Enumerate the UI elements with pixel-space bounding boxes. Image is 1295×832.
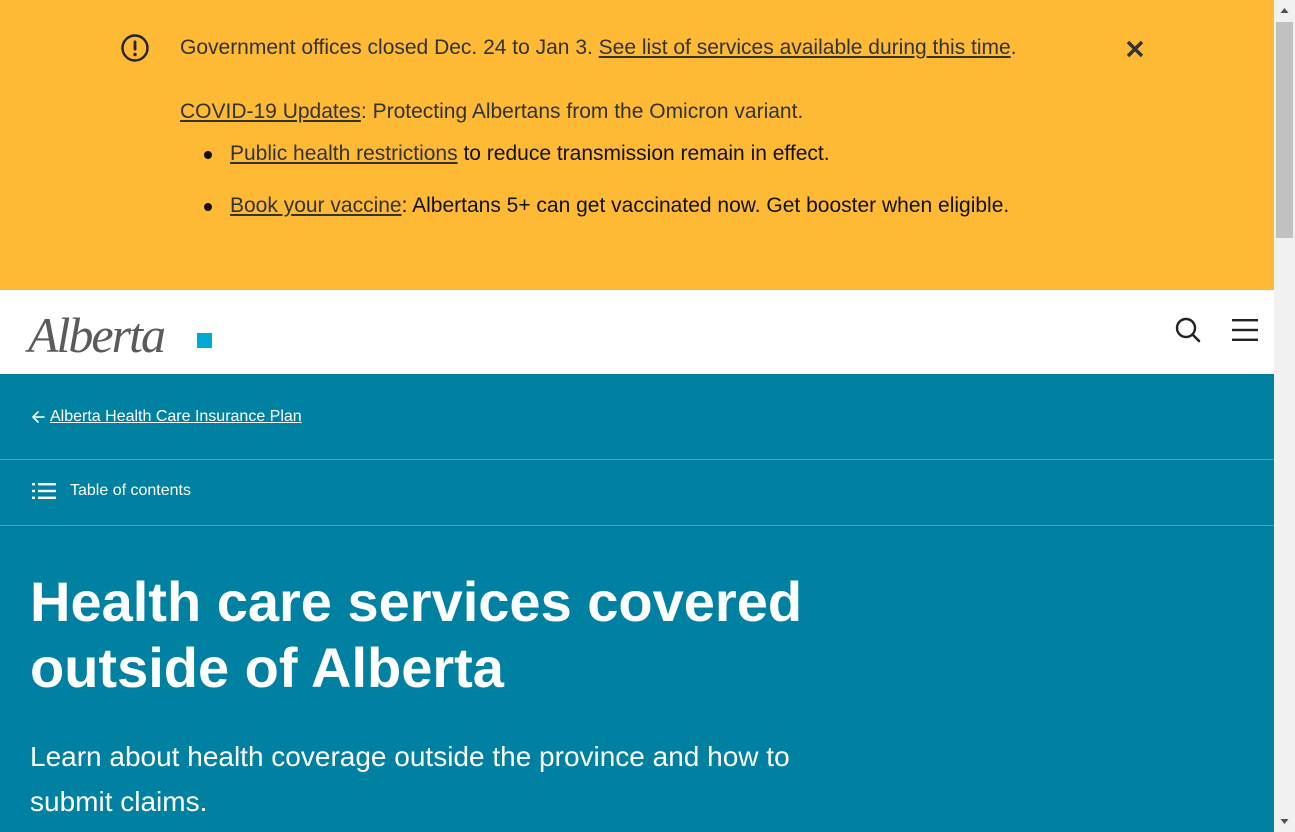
- logo-accent-square: [197, 333, 212, 348]
- logo-wordmark: Alberta: [25, 307, 165, 362]
- list-icon: [32, 483, 56, 499]
- page: Government offices closed Dec. 24 to Jan…: [0, 0, 1274, 832]
- vertical-scrollbar[interactable]: [1274, 0, 1295, 832]
- scroll-up-arrow-icon[interactable]: [1274, 0, 1295, 21]
- page-title: Health care services covered outside of …: [30, 570, 803, 699]
- table-of-contents-toggle[interactable]: Table of contents: [32, 482, 191, 500]
- close-alert-button[interactable]: [1122, 36, 1148, 62]
- bullet-icon: [204, 203, 212, 211]
- services-list-link[interactable]: See list of services available during th…: [599, 36, 1011, 59]
- search-button[interactable]: [1174, 316, 1202, 344]
- list-item: Public health restrictions to reduce tra…: [204, 140, 1009, 168]
- scroll-down-arrow-icon[interactable]: [1274, 811, 1295, 832]
- breadcrumb-label: Alberta Health Care Insurance Plan: [50, 408, 302, 425]
- list-item-text: to reduce transmission remain in effect.: [457, 142, 830, 165]
- bullet-icon: [204, 151, 212, 159]
- closure-end: .: [1010, 36, 1017, 59]
- hamburger-menu-button[interactable]: [1230, 316, 1260, 344]
- alberta-logo[interactable]: Alberta: [24, 304, 216, 362]
- covid-text: : Protecting Albertans from the Omicron …: [360, 100, 804, 123]
- exclamation-circle-icon: [121, 34, 149, 62]
- divider: [0, 525, 1274, 526]
- breadcrumb-back-link[interactable]: Alberta Health Care Insurance Plan: [30, 406, 302, 428]
- book-vaccine-link[interactable]: Book your vaccine: [230, 194, 402, 217]
- page-lead: Learn about health coverage outside the …: [30, 741, 790, 817]
- closure-text: Government offices closed Dec. 24 to Jan…: [180, 36, 599, 59]
- public-health-restrictions-link[interactable]: Public health restrictions: [230, 142, 458, 165]
- list-item: Book your vaccine: Albertans 5+ can get …: [204, 192, 1010, 220]
- covid-notice: COVID-19 Updates: Protecting Albertans f…: [180, 98, 803, 126]
- list-item-text: : Albertans 5+ can get vaccinated now. G…: [401, 194, 1010, 217]
- scrollbar-thumb[interactable]: [1276, 22, 1293, 238]
- alert-bullet-list: Public health restrictions to reduce tra…: [180, 140, 1009, 244]
- toc-label: Table of contents: [70, 482, 191, 499]
- divider: [0, 459, 1274, 460]
- closure-notice: Government offices closed Dec. 24 to Jan…: [180, 34, 1017, 62]
- alert-banner: Government offices closed Dec. 24 to Jan…: [0, 0, 1274, 290]
- hero-section: Alberta Health Care Insurance Plan Table…: [0, 374, 1274, 832]
- site-header: Alberta: [0, 290, 1274, 374]
- covid-updates-link[interactable]: COVID-19 Updates: [180, 100, 361, 123]
- arrow-left-icon: [32, 411, 45, 423]
